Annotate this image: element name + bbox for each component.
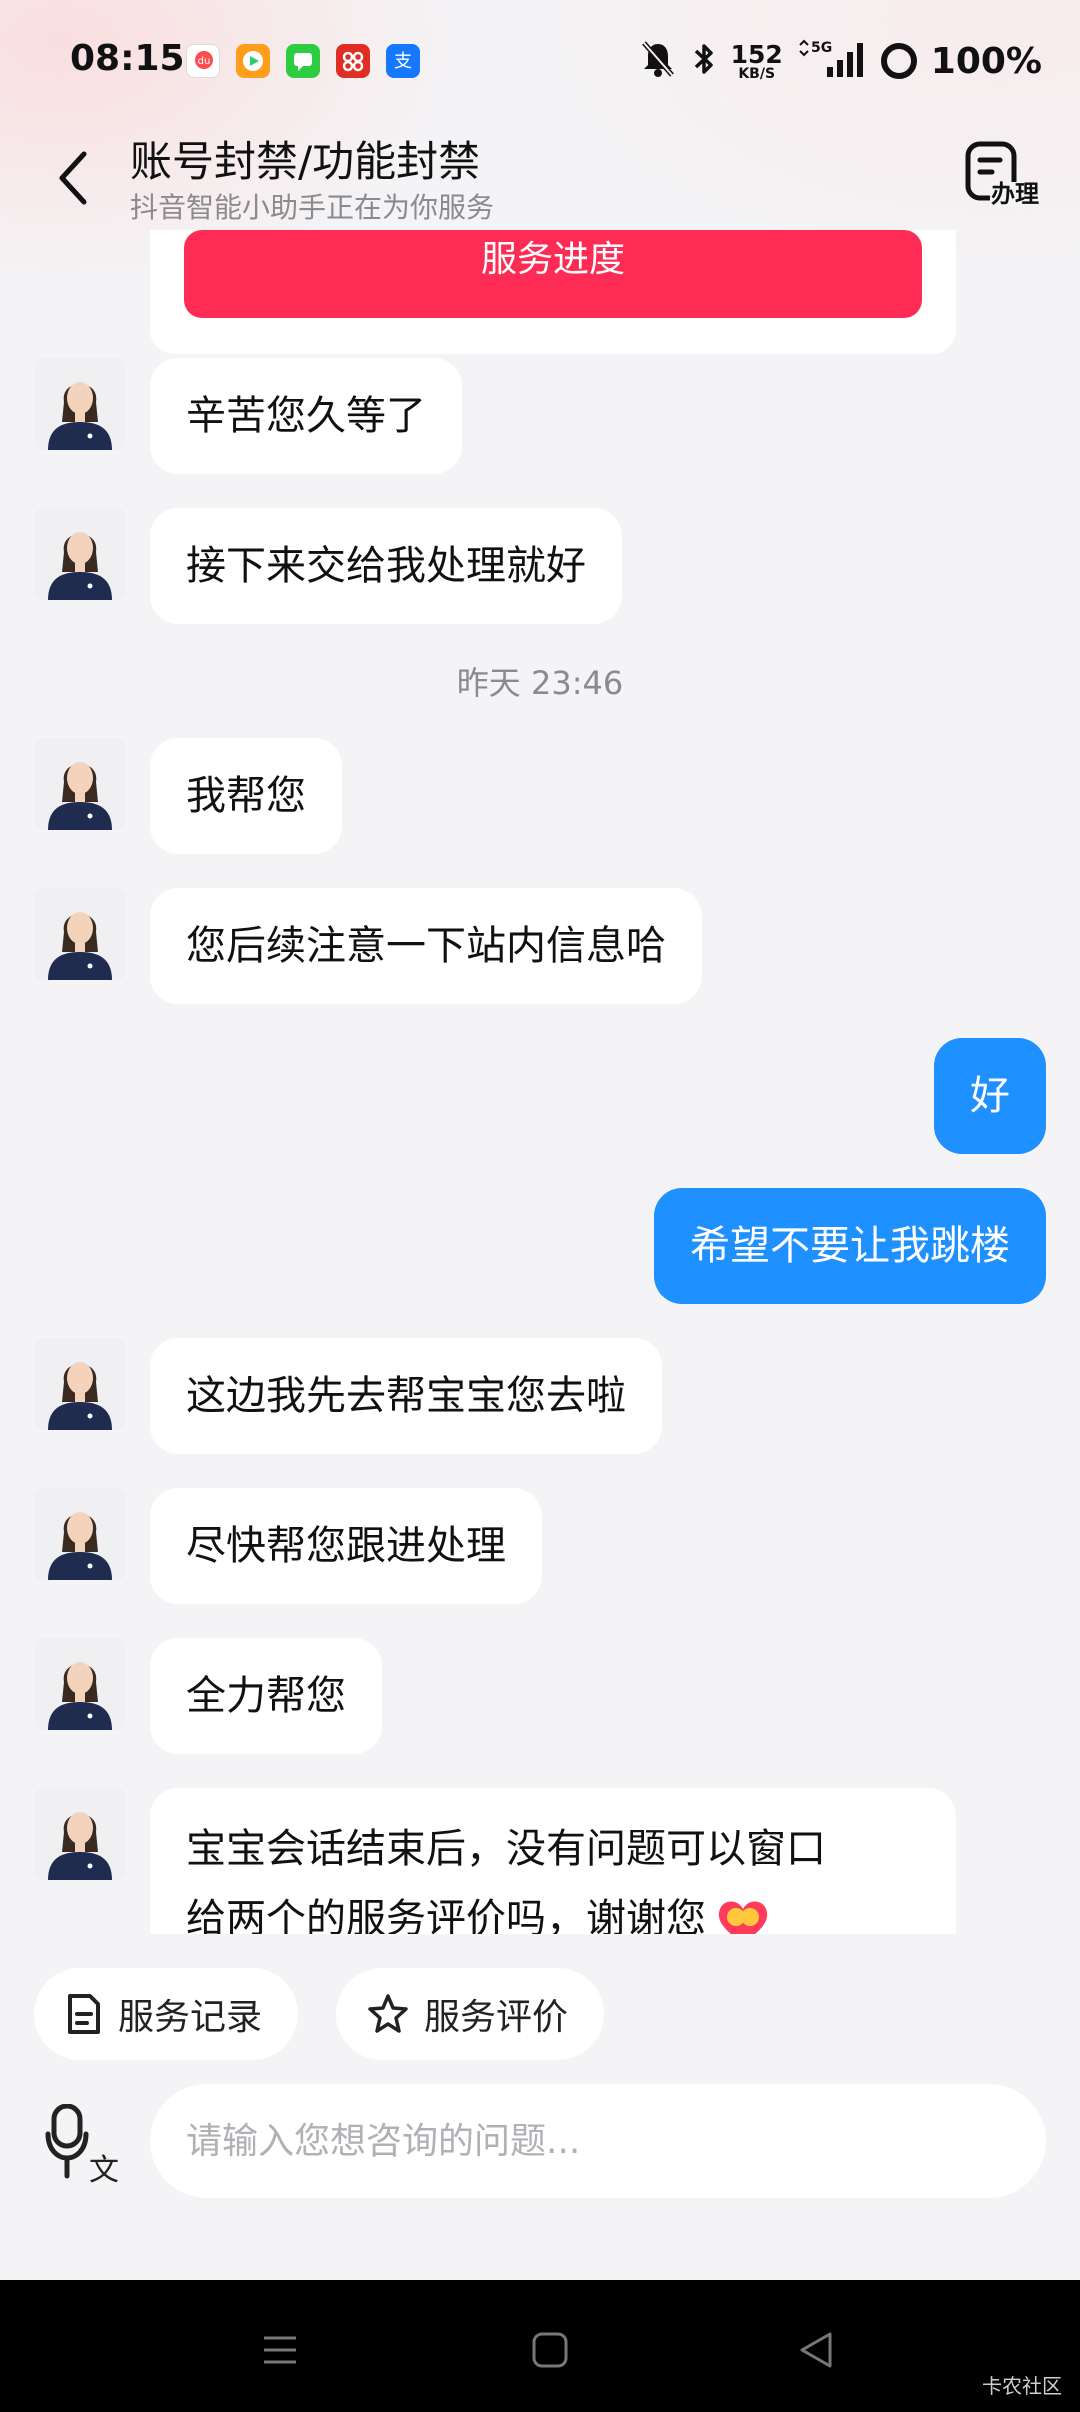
page-title: 账号封禁/功能封禁 (130, 137, 481, 186)
agent-avatar (34, 1638, 126, 1730)
agent-message-bubble: 我帮您 (150, 738, 342, 854)
service-progress-card: 服务进度 (150, 230, 956, 354)
svg-text:5G: 5G (811, 40, 832, 56)
net-speed: 152 KB/S (731, 42, 783, 81)
agent-message-bubble: 辛苦您久等了 (150, 358, 462, 474)
menu-icon (264, 2336, 296, 2364)
agent-message-bubble: 您后续注意一下站内信息哈 (150, 888, 702, 1004)
agent-avatar (34, 1338, 126, 1430)
status-time: 08:15 (70, 38, 185, 79)
svg-text:文: 文 (89, 2153, 119, 2184)
agent-avatar (34, 888, 126, 980)
alipay-app-icon: 支 (386, 44, 420, 78)
agent-message-bubble: 尽快帮您跟进处理 (150, 1488, 542, 1604)
agent-message-bubble: 接下来交给我处理就好 (150, 508, 622, 624)
battery-icon (880, 43, 917, 79)
back-nav-button[interactable] (786, 2320, 846, 2380)
back-button[interactable] (44, 138, 104, 218)
user-message-bubble: 希望不要让我跳楼 (654, 1188, 1046, 1304)
status-indicators: 152 KB/S 5G 100% (639, 36, 1042, 86)
signal-5g-icon: 5G (797, 39, 867, 83)
heart-emoji-icon (714, 1895, 772, 1934)
service-record-button[interactable]: 服务记录 (34, 1968, 299, 2060)
net-speed-value: 152 (730, 39, 783, 69)
user-message-bubble: 好 (934, 1038, 1046, 1154)
agent-avatar (34, 1788, 126, 1880)
watermark: 卡农社区 (982, 2374, 1062, 2398)
message-timestamp: 昨天 23:46 (456, 664, 624, 702)
system-navigation-bar (0, 2280, 1080, 2412)
svg-text:du: du (198, 56, 211, 67)
home-square-icon (532, 2332, 568, 2368)
agent-message-bubble: 这边我先去帮宝宝您去啦 (150, 1338, 662, 1454)
bluetooth-icon (691, 39, 717, 83)
agent-avatar (34, 1488, 126, 1580)
mute-bell-icon (639, 39, 677, 83)
agent-message-bubble: 全力帮您 (150, 1638, 382, 1754)
back-arrow-icon (59, 151, 87, 205)
messages-app-icon (286, 44, 320, 78)
net-speed-unit: KB/S (738, 65, 776, 82)
handle-button[interactable]: 办理 (964, 140, 1042, 216)
agent-avatar (34, 508, 126, 600)
message-line-text: 给两个的服务评价吗，谢谢您 (186, 1896, 706, 1934)
page-subtitle: 抖音智能小助手正在为你服务 (130, 191, 495, 224)
service-progress-button[interactable]: 服务进度 (184, 230, 922, 318)
svg-text:支: 支 (394, 51, 412, 72)
service-rating-button[interactable]: 服务评价 (336, 1968, 605, 2060)
agent-avatar (34, 738, 126, 830)
menu-nav-button[interactable] (250, 2320, 310, 2380)
battery-level: 100% (930, 40, 1042, 82)
message-line: 宝宝会话结束后，没有问题可以窗口 (186, 1826, 826, 1872)
home-nav-button[interactable] (520, 2320, 580, 2380)
microphone-translate-icon: 文 (45, 2103, 119, 2188)
back-triangle-icon (800, 2332, 832, 2368)
handle-label: 办理 (990, 180, 1040, 208)
document-icon (68, 1994, 100, 2034)
agent-message-bubble: 宝宝会话结束后，没有问题可以窗口 给两个的服务评价吗，谢谢您 (150, 1788, 956, 1934)
pinduoduo-app-icon (336, 44, 370, 78)
service-rating-label: 服务评价 (424, 1997, 569, 2038)
message-line: 给两个的服务评价吗，谢谢您 (186, 1884, 920, 1934)
message-input[interactable] (150, 2084, 1046, 2198)
message-list[interactable]: 服务进度 辛苦您久等了 接下来交给我处理就好 昨天 23:46 我帮您 您后续注… (0, 230, 1080, 1934)
voice-input-button[interactable]: 文 (44, 2103, 124, 2188)
baidu-map-icon: du (186, 44, 220, 78)
agent-avatar (34, 358, 126, 450)
service-record-label: 服务记录 (118, 1997, 263, 2038)
star-icon (368, 1994, 408, 2033)
status-bar: 08:15 du 支 152 KB/S 5G 100% (0, 0, 1080, 124)
chat-header: 账号封禁/功能封禁 抖音智能小助手正在为你服务 办理 (0, 124, 1080, 230)
video-app-icon (236, 44, 270, 78)
